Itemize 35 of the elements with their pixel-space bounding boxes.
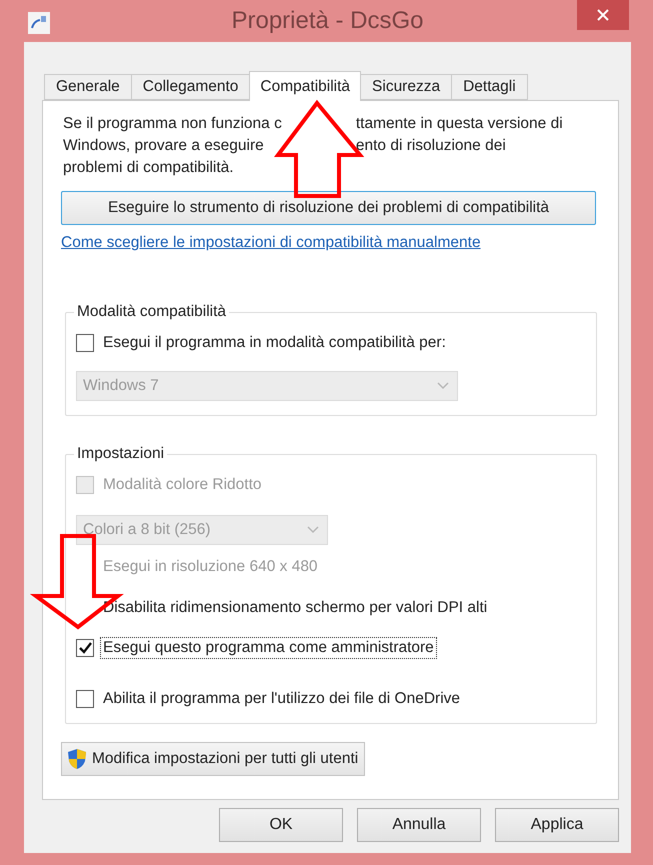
group-title: Impostazioni — [74, 445, 168, 463]
checkmark-icon — [78, 642, 92, 654]
tab[interactable]: Collegamento — [130, 74, 250, 100]
dialog-button[interactable]: Annulla — [357, 808, 481, 842]
help-link[interactable]: Come scegliere le impostazioni di compatibilità manualmente — [61, 234, 481, 252]
tab[interactable]: Dettagli — [451, 74, 528, 100]
window-title: Proprietà - DcsGo — [231, 7, 424, 35]
description-text: Windows, provare a eseguire — [63, 136, 265, 156]
checkbox-label: Esegui questo programma come amministratore — [101, 638, 436, 658]
dialog-button[interactable]: Applica — [495, 808, 619, 842]
group-title: Modalità compatibilità — [74, 303, 230, 321]
description-text: ento di risoluzione dei — [356, 136, 507, 156]
tab[interactable]: Compatibilità — [249, 71, 362, 101]
description-text: Se il programma non funziona c — [63, 114, 282, 134]
all-users-button[interactable]: Modifica impostazioni per tutti gli utenti — [61, 742, 366, 776]
checkbox-label: Disabilita ridimensionamento schermo per valori DPI alti — [102, 598, 488, 618]
close-icon — [597, 9, 609, 21]
tab[interactable]: Sicurezza — [360, 74, 452, 100]
dialog-button[interactable]: OK — [219, 808, 343, 842]
shield-icon — [66, 748, 88, 770]
tab[interactable]: Generale — [44, 74, 132, 100]
close-button[interactable] — [577, 0, 629, 30]
chevron-down-icon — [437, 382, 449, 390]
checkbox[interactable] — [76, 639, 94, 657]
troubleshooter-button[interactable]: Eseguire lo strumento di risoluzione dei problemi di compatibilità — [61, 191, 596, 225]
checkbox-label: Modalità colore Ridotto — [102, 475, 263, 495]
checkbox[interactable] — [76, 334, 94, 352]
description-text: problemi di compatibilità. — [63, 158, 235, 178]
checkbox-label: Abilita il programma per l'utilizzo dei file di OneDrive — [102, 689, 462, 709]
description-text: ttamente in questa versione di — [356, 114, 563, 134]
chevron-down-icon — [307, 526, 319, 534]
shortcut-icon — [28, 12, 50, 34]
checkbox-label: Esegui in risoluzione 640 x 480 — [102, 557, 319, 577]
checkbox[interactable] — [76, 690, 94, 708]
checkbox-label: Esegui il programma in modalità compatibilità per: — [102, 333, 447, 353]
